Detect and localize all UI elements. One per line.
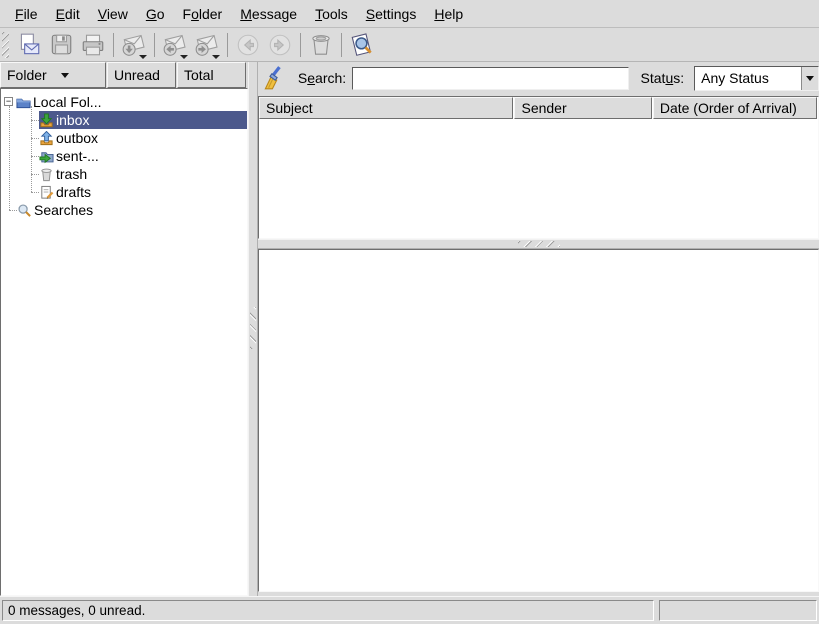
pane-splitter-vertical[interactable] <box>248 62 258 596</box>
main-toolbar <box>0 28 819 62</box>
quick-search-bar: Search: Status: Any Status <box>258 62 819 94</box>
chevron-down-icon <box>806 76 814 81</box>
check-mail-button[interactable] <box>119 30 149 60</box>
sender-column-header[interactable]: Sender <box>514 97 651 119</box>
outbox-icon <box>39 131 54 146</box>
folder-tree: − Local Fol... in <box>0 88 248 596</box>
tree-item-inbox[interactable]: inbox <box>1 111 247 129</box>
save-icon <box>48 32 74 58</box>
menu-message[interactable]: Message <box>231 3 306 25</box>
new-message-icon <box>16 32 42 58</box>
toolbar-separator <box>227 33 228 57</box>
save-button[interactable] <box>46 30 76 60</box>
sort-desc-icon <box>61 73 69 78</box>
tree-item-drafts[interactable]: drafts <box>1 183 247 201</box>
subject-column-header[interactable]: Subject <box>259 97 513 119</box>
go-forward-button[interactable] <box>265 30 295 60</box>
reply-button[interactable] <box>160 30 190 60</box>
unread-column-header[interactable]: Unread <box>107 62 176 88</box>
forward-dropdown-caret[interactable] <box>212 55 220 59</box>
toolbar-separator <box>300 33 301 57</box>
search-folder-icon <box>17 203 32 218</box>
date-column-header[interactable]: Date (Order of Arrival) <box>653 97 817 119</box>
forward-button[interactable] <box>192 30 222 60</box>
tree-item-sent[interactable]: sent-... <box>1 147 247 165</box>
search-input[interactable] <box>352 67 628 90</box>
menu-folder[interactable]: Folder <box>174 3 232 25</box>
status-message: 0 messages, 0 unread. <box>2 600 654 621</box>
check-mail-dropdown-caret[interactable] <box>139 55 147 59</box>
total-column-header[interactable]: Total <box>177 62 246 88</box>
folder-list-header: Folder Unread Total <box>0 62 248 88</box>
folder-column-header[interactable]: Folder <box>0 62 106 88</box>
find-button[interactable] <box>347 30 377 60</box>
folder-pane: Folder Unread Total − <box>0 62 248 596</box>
tree-item-trash[interactable]: trash <box>1 165 247 183</box>
tree-item-local-folders[interactable]: − Local Fol... <box>1 93 247 111</box>
message-list: Subject Sender Date (Order of Arrival) <box>258 96 819 239</box>
status-bar: 0 messages, 0 unread. <box>0 596 819 624</box>
reply-dropdown-caret[interactable] <box>180 55 188 59</box>
status-label: Status: <box>641 70 685 86</box>
collapse-expander-icon[interactable]: − <box>4 97 13 106</box>
menu-file[interactable]: File <box>6 3 47 25</box>
message-preview-pane[interactable] <box>258 249 819 592</box>
status-filter-value: Any Status <box>695 70 801 86</box>
search-label: Search: <box>298 70 346 86</box>
trash-button[interactable] <box>306 30 336 60</box>
menu-settings[interactable]: Settings <box>357 3 426 25</box>
menu-go[interactable]: Go <box>137 3 174 25</box>
combo-dropdown-button[interactable] <box>801 67 818 90</box>
drafts-icon <box>39 185 54 200</box>
toolbar-separator <box>113 33 114 57</box>
new-message-button[interactable] <box>14 30 44 60</box>
trash-icon <box>308 32 334 58</box>
folder-icon <box>16 95 31 110</box>
menu-bar: File Edit View Go Folder Message Tools S… <box>0 0 819 28</box>
selected-row-highlight: inbox <box>39 111 247 129</box>
toolbar-drag-handle[interactable] <box>2 32 9 58</box>
status-filter-combobox[interactable]: Any Status <box>694 66 819 91</box>
toolbar-separator <box>154 33 155 57</box>
menu-help[interactable]: Help <box>425 3 472 25</box>
clear-search-button[interactable] <box>258 64 290 92</box>
sent-mail-icon <box>39 149 54 164</box>
find-messages-icon <box>349 32 375 58</box>
inbox-icon <box>39 113 54 128</box>
menu-view[interactable]: View <box>89 3 137 25</box>
go-back-button[interactable] <box>233 30 263 60</box>
tree-item-outbox[interactable]: outbox <box>1 129 247 147</box>
go-forward-icon <box>267 32 293 58</box>
trash-folder-icon <box>39 167 54 182</box>
go-back-icon <box>235 32 261 58</box>
menu-tools[interactable]: Tools <box>306 3 357 25</box>
splitter-grip <box>518 241 560 247</box>
splitter-grip <box>250 307 256 349</box>
pane-splitter-horizontal[interactable] <box>258 239 819 249</box>
tree-item-searches[interactable]: Searches <box>1 201 247 219</box>
menu-edit[interactable]: Edit <box>47 3 89 25</box>
print-button[interactable] <box>78 30 108 60</box>
print-icon <box>80 32 106 58</box>
message-list-header: Subject Sender Date (Order of Arrival) <box>259 97 818 119</box>
broom-icon <box>261 65 287 91</box>
status-right-section <box>659 600 817 621</box>
message-list-empty-area[interactable] <box>259 119 818 238</box>
toolbar-separator <box>341 33 342 57</box>
